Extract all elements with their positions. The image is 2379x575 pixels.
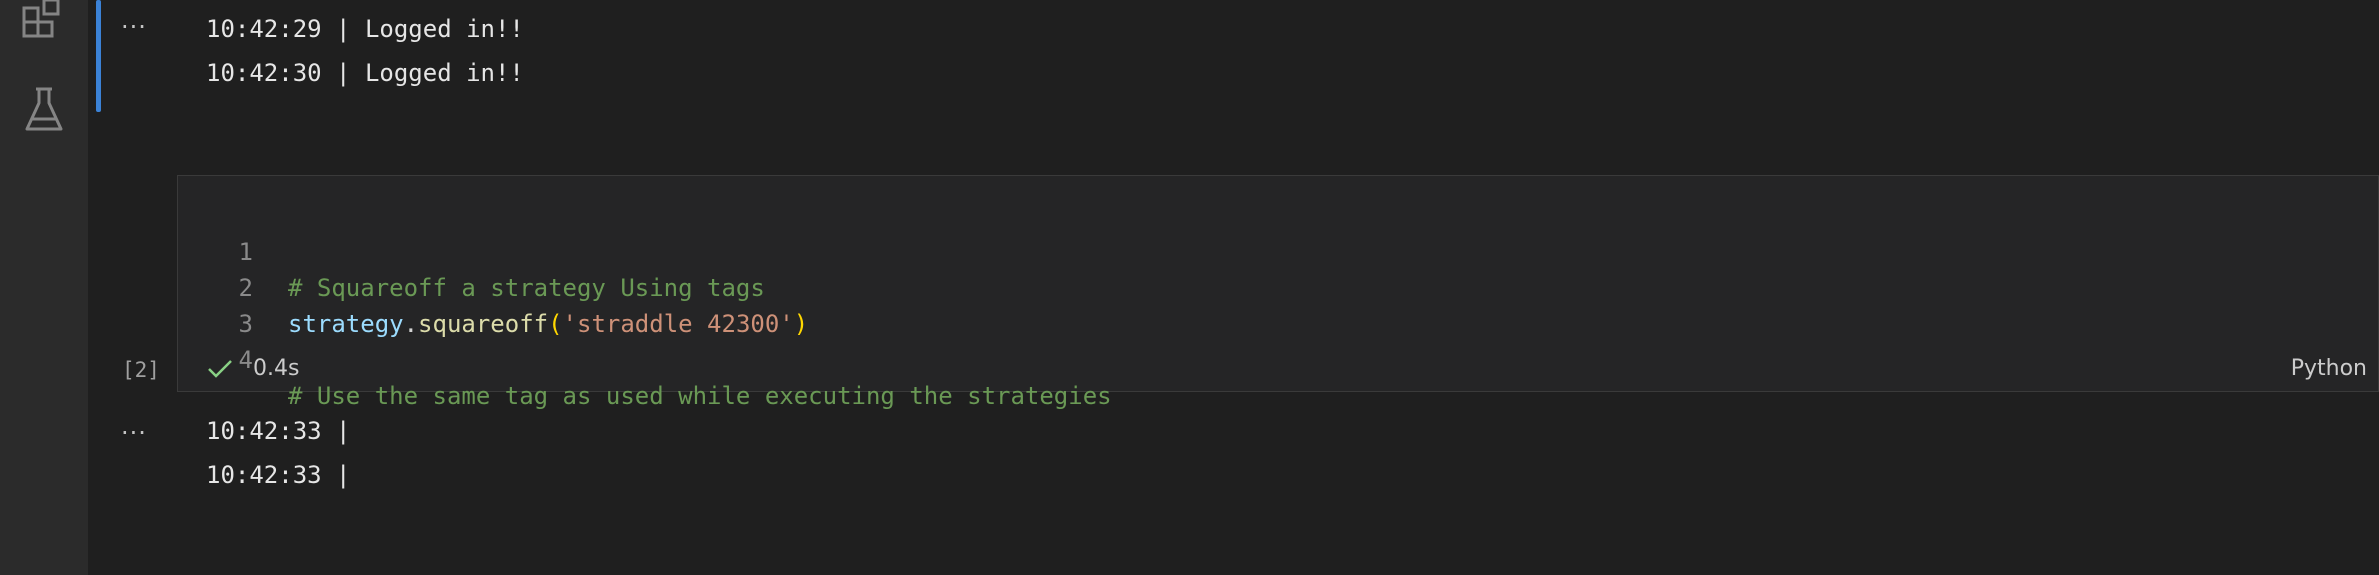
output-line: 10:42:33 | [206,461,351,489]
more-icon[interactable]: ··· [118,15,150,46]
language-picker[interactable]: Python [2291,356,2367,381]
code-comment: # Squareoff a strategy Using tags [288,274,765,302]
code-line[interactable]: 3 [178,270,294,338]
check-icon [208,359,232,378]
code-line[interactable]: 4 # Use the same tag as used while execu… [178,306,1112,410]
code-paren-open: ( [548,310,563,338]
beaker-icon[interactable] [0,80,88,140]
code-function: squareoff [418,310,549,338]
output-line: 10:42:29 | Logged in!! [206,15,524,43]
code-line[interactable]: 1 # Squareoff a strategy Using tags [178,198,765,302]
execution-time: 0.4s [253,356,300,381]
code-variable: strategy [288,310,404,338]
code-cell[interactable]: 1 # Squareoff a strategy Using tags 2 st… [177,175,2379,410]
code-statement: strategy.squareoff('straddle 42300') [288,306,808,342]
code-comment: # Use the same tag as used while executi… [288,382,1112,410]
execution-count: [2] [122,358,160,382]
code-string: 'straddle 42300' [562,310,794,338]
code-line[interactable]: 2 strategy.squareoff('straddle 42300') [178,234,809,338]
vscode-window: ··· 10:42:29 | Logged in!! 10:42:30 | Lo… [0,0,2379,575]
extensions-icon[interactable] [0,0,88,48]
cell-status: 0.4s [207,356,299,381]
code-dot: . [403,310,419,338]
cell-focus-indicator [96,0,101,112]
activity-bar [0,0,88,575]
output-line: 10:42:30 | Logged in!! [206,59,524,87]
code-paren-close: ) [793,310,809,338]
output-line: 10:42:33 | [206,417,351,445]
more-icon[interactable]: ··· [118,421,150,452]
